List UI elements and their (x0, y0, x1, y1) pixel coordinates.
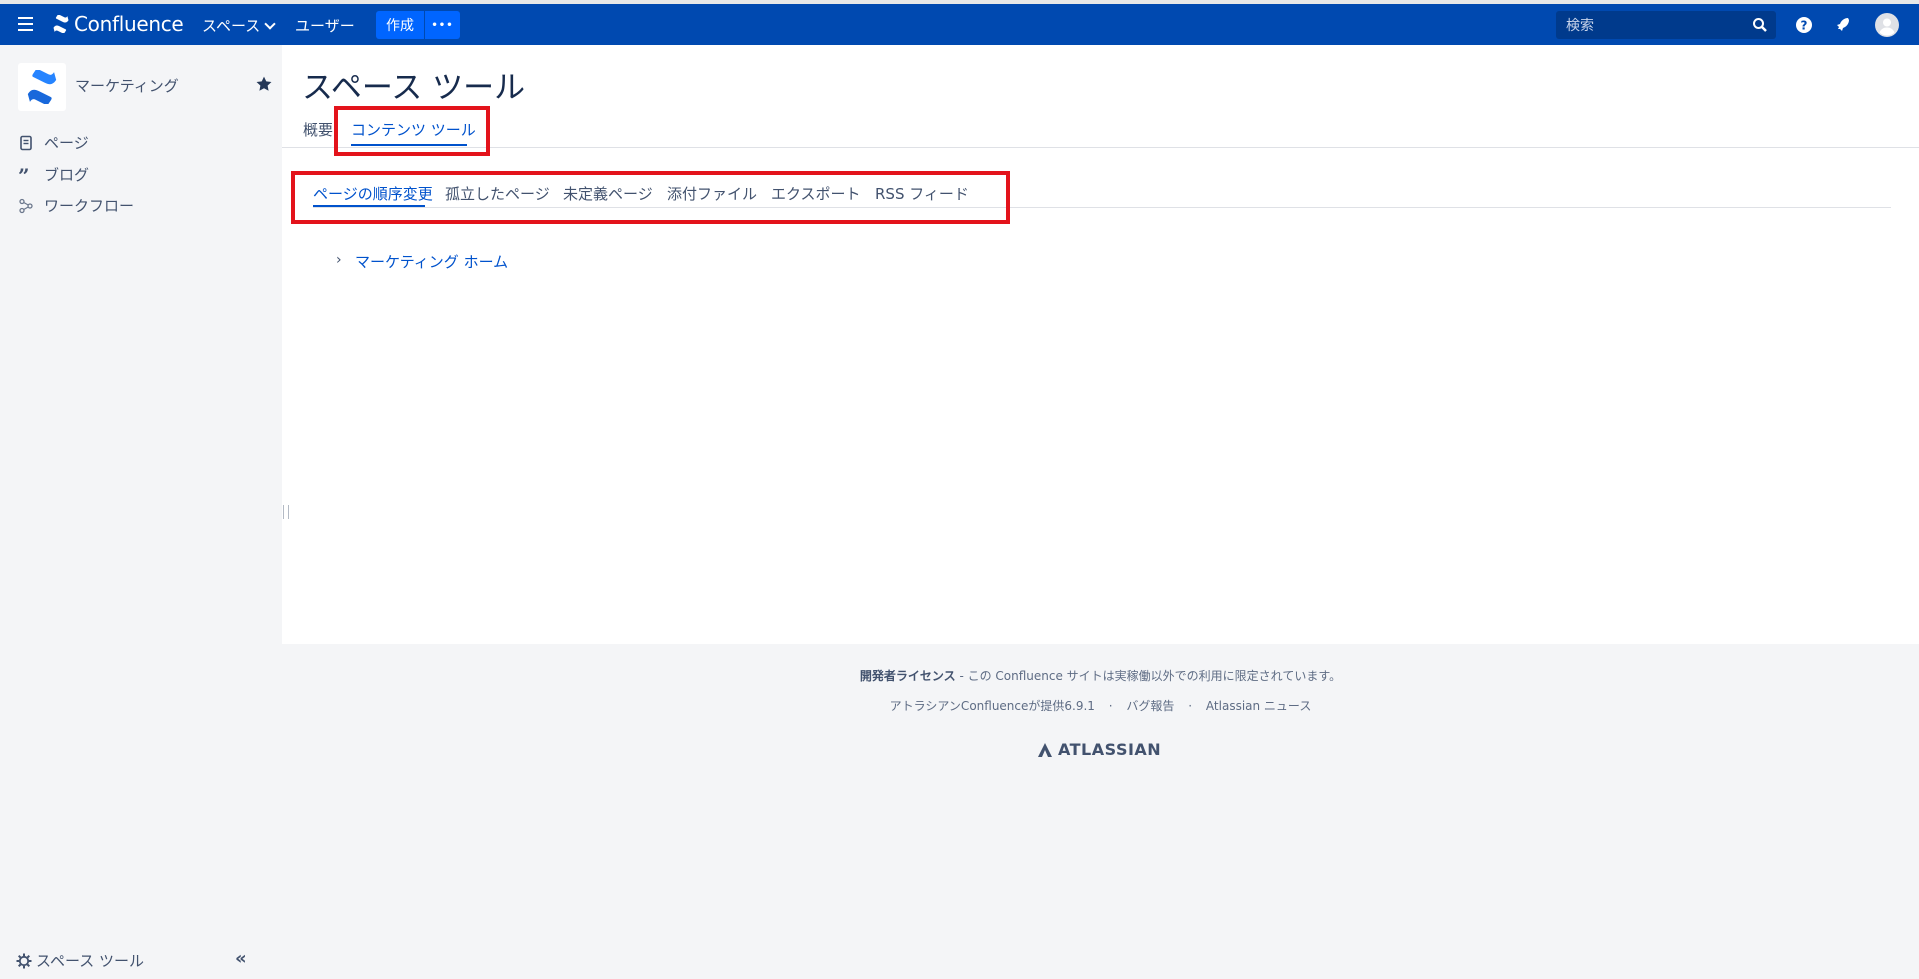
sidebar-item-pages[interactable]: ページ (18, 132, 89, 153)
tabs-divider (282, 147, 1919, 148)
app-name: Confluence (74, 12, 184, 36)
notifications-rocket-icon[interactable] (1833, 15, 1853, 35)
chevron-down-icon (264, 17, 276, 30)
search-icon[interactable] (1752, 17, 1768, 33)
page-title: スペース ツール (302, 70, 526, 106)
collapse-sidebar-icon[interactable]: « (235, 948, 247, 969)
highlight-box-subtabs (291, 171, 1010, 224)
search-input[interactable]: 検索 (1556, 11, 1776, 39)
sidebar-item-label: ワークフロー (44, 197, 135, 215)
menu-icon[interactable] (18, 17, 33, 31)
tree-expand-chevron-icon[interactable]: › (336, 252, 342, 268)
sidebar-item-label: ページ (44, 134, 89, 152)
atlassian-logo[interactable]: ATLASSIAN (1037, 740, 1161, 759)
help-icon[interactable]: ? (1794, 15, 1814, 35)
svg-text:?: ? (1801, 19, 1808, 33)
footer-links: アトラシアンConfluenceが提供6.9.1 · バグ報告 · Atlass… (0, 697, 1919, 714)
confluence-logo-icon (53, 15, 69, 33)
atlassian-news-link[interactable]: Atlassian ニュース (1206, 699, 1311, 713)
sidebar-resize-handle[interactable] (283, 505, 289, 519)
atlassian-wordmark: ATLASSIAN (1058, 740, 1162, 759)
atlassian-logo-icon (1038, 742, 1052, 757)
page-icon (20, 135, 32, 150)
license-label: 開発者ライセンス (859, 669, 956, 683)
workflow-icon (19, 198, 33, 213)
space-tools-label: スペース ツール (36, 952, 144, 970)
spaces-menu-label: スペース (202, 17, 261, 35)
main-content (282, 45, 1919, 644)
tab-overview[interactable]: 概要 (303, 119, 333, 140)
space-tools-button[interactable]: スペース ツール (16, 950, 144, 971)
footer-separator: · (1108, 699, 1113, 713)
search-placeholder: 検索 (1566, 18, 1594, 34)
create-more-button[interactable]: ••• (425, 11, 460, 39)
users-menu[interactable]: ユーザー (295, 15, 355, 36)
space-name[interactable]: マーケティング (75, 75, 179, 96)
space-logo[interactable] (18, 63, 66, 111)
star-icon[interactable] (255, 75, 273, 93)
confluence-logo[interactable]: Confluence (52, 12, 184, 36)
confluence-space-icon (27, 70, 57, 104)
powered-by-link[interactable]: アトラシアンConfluenceが提供6.9.1 (890, 699, 1095, 713)
top-navigation-bar: Confluence スペース ユーザー 作成 ••• 検索 ? (0, 4, 1919, 45)
tree-item-marketing-home[interactable]: マーケティング ホーム (355, 251, 508, 272)
avatar[interactable] (1875, 13, 1899, 37)
sidebar: マーケティング ページ ” ブログ ワークフロー スペース ツール « (0, 45, 282, 979)
svg-text:”: ” (18, 167, 30, 183)
highlight-box-tab (334, 106, 490, 156)
gear-icon (16, 953, 32, 968)
footer-separator: · (1188, 699, 1193, 713)
license-text: - この Confluence サイトは実稼働以外での利用に限定されています。 (955, 669, 1342, 683)
license-notice: 開発者ライセンス - この Confluence サイトは実稼働以外での利用に限… (0, 667, 1919, 684)
sidebar-item-label: ブログ (44, 166, 90, 184)
sidebar-item-blog[interactable]: ” ブログ (18, 164, 89, 185)
create-button[interactable]: 作成 (376, 11, 424, 39)
bug-report-link[interactable]: バグ報告 (1126, 699, 1174, 713)
more-icon: ••• (431, 19, 454, 31)
sidebar-item-workflow[interactable]: ワークフロー (18, 195, 134, 216)
quote-icon: ” (18, 167, 30, 183)
spaces-menu[interactable]: スペース (202, 15, 276, 36)
